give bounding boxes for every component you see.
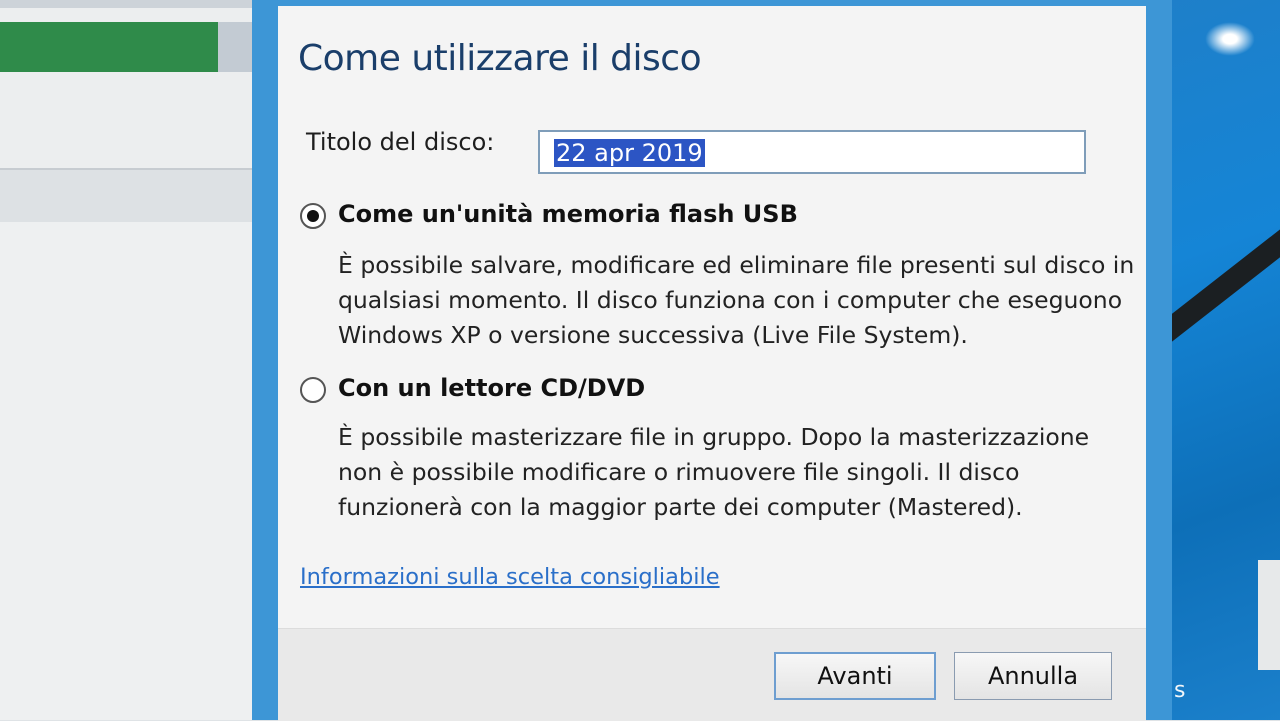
cancel-button[interactable]: Annulla (954, 652, 1112, 700)
background-window (0, 0, 262, 720)
dialog-title: Come utilizzare il disco (298, 38, 702, 79)
background-window-top-strip (0, 0, 262, 8)
desktop-icon[interactable] (1258, 560, 1280, 670)
cd-dvd-player-option-label[interactable]: Con un lettore CD/DVD (338, 374, 645, 402)
usb-flash-drive-option-label[interactable]: Come un'unità memoria flash USB (338, 200, 798, 228)
disc-title-label: Titolo del disco: (306, 128, 495, 156)
desktop-wallpaper-glow (1205, 22, 1255, 56)
usb-flash-drive-option-description: È possibile salvare, modificare ed elimi… (338, 251, 1135, 349)
format-disc-dialog: Come utilizzare il disco Titolo del disc… (278, 6, 1146, 721)
background-panel-divider (0, 168, 262, 222)
help-link[interactable]: Informazioni sulla scelta consigliabile (300, 564, 720, 590)
next-button[interactable]: Avanti (774, 652, 936, 700)
disc-title-input[interactable]: 22 apr 2019 (538, 130, 1086, 174)
cd-dvd-player-option-description: È possibile masterizzare file in gruppo.… (338, 423, 1090, 521)
usb-flash-drive-radio[interactable] (300, 203, 326, 229)
disc-title-value: 22 apr 2019 (554, 139, 705, 167)
background-panel (0, 222, 262, 720)
background-progress-track (218, 22, 252, 72)
cd-dvd-player-radio[interactable] (300, 377, 326, 403)
background-progress-bar (0, 22, 218, 72)
